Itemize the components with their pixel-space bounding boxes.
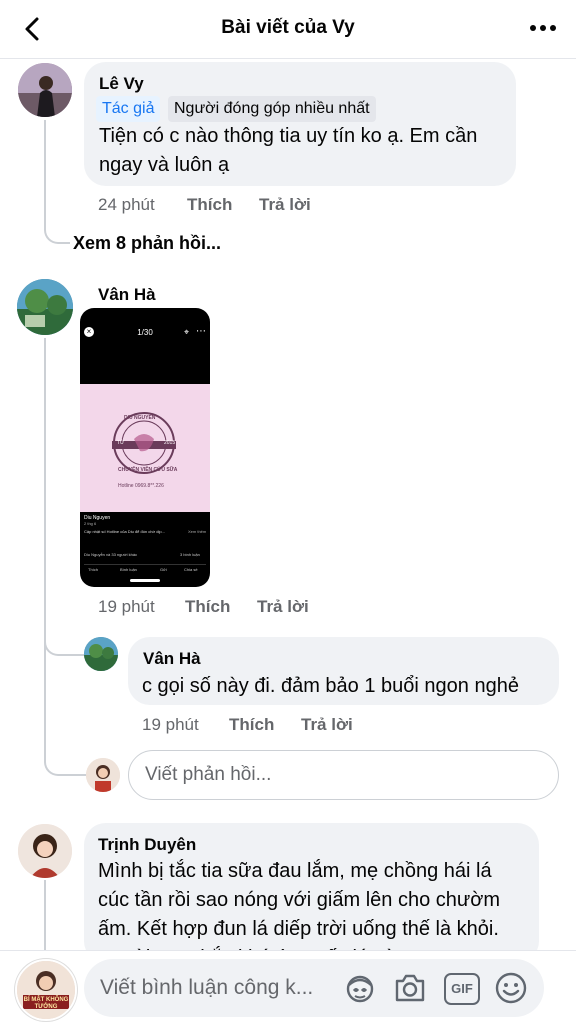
logo-text: TỪ xyxy=(117,440,125,446)
top-contributor-badge: Người đóng góp nhiều nhất xyxy=(168,96,376,122)
avatar[interactable] xyxy=(17,279,73,335)
more-options-icon[interactable] xyxy=(526,16,560,40)
comment-text-line: ngay và luôn ạ xyxy=(99,154,230,176)
see-more: Xem thêm xyxy=(188,529,207,534)
view-replies-link[interactable]: Xem 8 phản hồi... xyxy=(73,233,221,254)
logo-text: 2015 xyxy=(164,440,176,446)
top-navigation-bar: Bài viết của Vy xyxy=(0,0,576,59)
reply-button[interactable]: Trả lời xyxy=(259,195,311,215)
person-photo-icon xyxy=(86,758,120,792)
logo-text: DIU NGUYỄN xyxy=(124,415,156,421)
comment-author[interactable]: Lê Vy xyxy=(99,74,144,94)
emoji-icon[interactable] xyxy=(494,971,528,1005)
hotline-text: Hotline 0969.8**.226 xyxy=(118,483,164,489)
reaction-summary: Diu Nguyễn và 33 người khác xyxy=(84,552,138,557)
comment-author[interactable]: Trịnh Duyên xyxy=(98,835,196,855)
avatar[interactable] xyxy=(84,637,118,671)
reply-text: c gọi số này đi. đảm bảo 1 buổi ngon ngh… xyxy=(142,675,519,697)
post-action: Thích xyxy=(88,567,99,572)
thread-connector xyxy=(44,640,86,776)
home-indicator xyxy=(130,579,160,582)
post-action: Gửi xyxy=(160,567,167,572)
thread-connector xyxy=(44,338,86,656)
nature-photo-icon xyxy=(84,637,118,671)
reply-input[interactable]: Viết phản hồi... xyxy=(128,750,559,800)
author-badge: Tác giả xyxy=(96,96,161,122)
logo-text: CHUYÊN VIÊN CỨU SỮA xyxy=(118,467,178,473)
avatar[interactable] xyxy=(18,824,72,878)
avatar[interactable] xyxy=(18,63,72,117)
reply-button[interactable]: Trả lời xyxy=(257,597,309,617)
like-button[interactable]: Thích xyxy=(185,597,230,617)
own-avatar xyxy=(86,758,120,792)
comment-author[interactable]: Vân Hà xyxy=(98,285,156,305)
comment-count: 3 bình luận xyxy=(180,552,200,557)
nature-photo-icon xyxy=(17,279,73,335)
post-action: Chia sẻ xyxy=(184,567,198,572)
reply-time: 19 phút xyxy=(142,715,199,734)
comment-input-placeholder: Viết bình luận công k... xyxy=(100,976,314,999)
like-button[interactable]: Thích xyxy=(229,715,274,735)
image-attachment[interactable]: × 1/30 ⌖ ⋯ DIU NGUYỄN TỪ 2015 CHUYÊN VIÊ… xyxy=(80,308,210,587)
person-photo-icon xyxy=(18,63,72,117)
thread-connector xyxy=(44,120,70,244)
tag-icon: ⌖ xyxy=(184,327,190,337)
person-photo-icon xyxy=(18,824,72,878)
post-action: Bình luận xyxy=(120,567,137,572)
post-text: Cập nhật số Hotline của Diu để đón chờ d… xyxy=(84,529,165,534)
own-avatar[interactable]: BÍ MẬT KHÔNG TƯỞNG xyxy=(15,959,77,1021)
page-title: Bài viết của Vy xyxy=(221,17,355,38)
comment-text-line: cúc tần rồi sao nóng với giấm lên cho ch… xyxy=(98,889,501,911)
divider xyxy=(84,564,206,565)
thread-connector xyxy=(44,880,46,950)
reply-input-placeholder: Viết phản hồi... xyxy=(145,764,272,785)
comment-text-line: Mình bị tắc tia sữa đau lắm, mẹ chồng há… xyxy=(98,860,492,882)
comment-text-line: Tiện có c nào thông tia uy tín ko ạ. Em … xyxy=(99,125,478,147)
reply-button[interactable]: Trả lời xyxy=(301,715,353,735)
more-icon: ⋯ xyxy=(196,326,206,337)
comment-time: 19 phút xyxy=(98,597,155,616)
post-image: DIU NGUYỄN TỪ 2015 CHUYÊN VIÊN CỨU SỮA H… xyxy=(80,384,210,512)
avatar-sticker-icon[interactable] xyxy=(343,971,377,1005)
gif-icon[interactable]: GIF xyxy=(444,973,480,1005)
avatar-caption: BÍ MẬT KHÔNG TƯỞNG xyxy=(23,997,69,1010)
reply-author[interactable]: Vân Hà xyxy=(143,649,201,669)
camera-icon[interactable] xyxy=(393,972,427,1004)
image-counter: 1/30 xyxy=(137,328,153,337)
comment-time: 24 phút xyxy=(98,195,155,214)
like-button[interactable]: Thích xyxy=(187,195,232,215)
comment-text-line: ấm. Kết hợp đun lá diếp trời uống thế là… xyxy=(98,918,499,940)
